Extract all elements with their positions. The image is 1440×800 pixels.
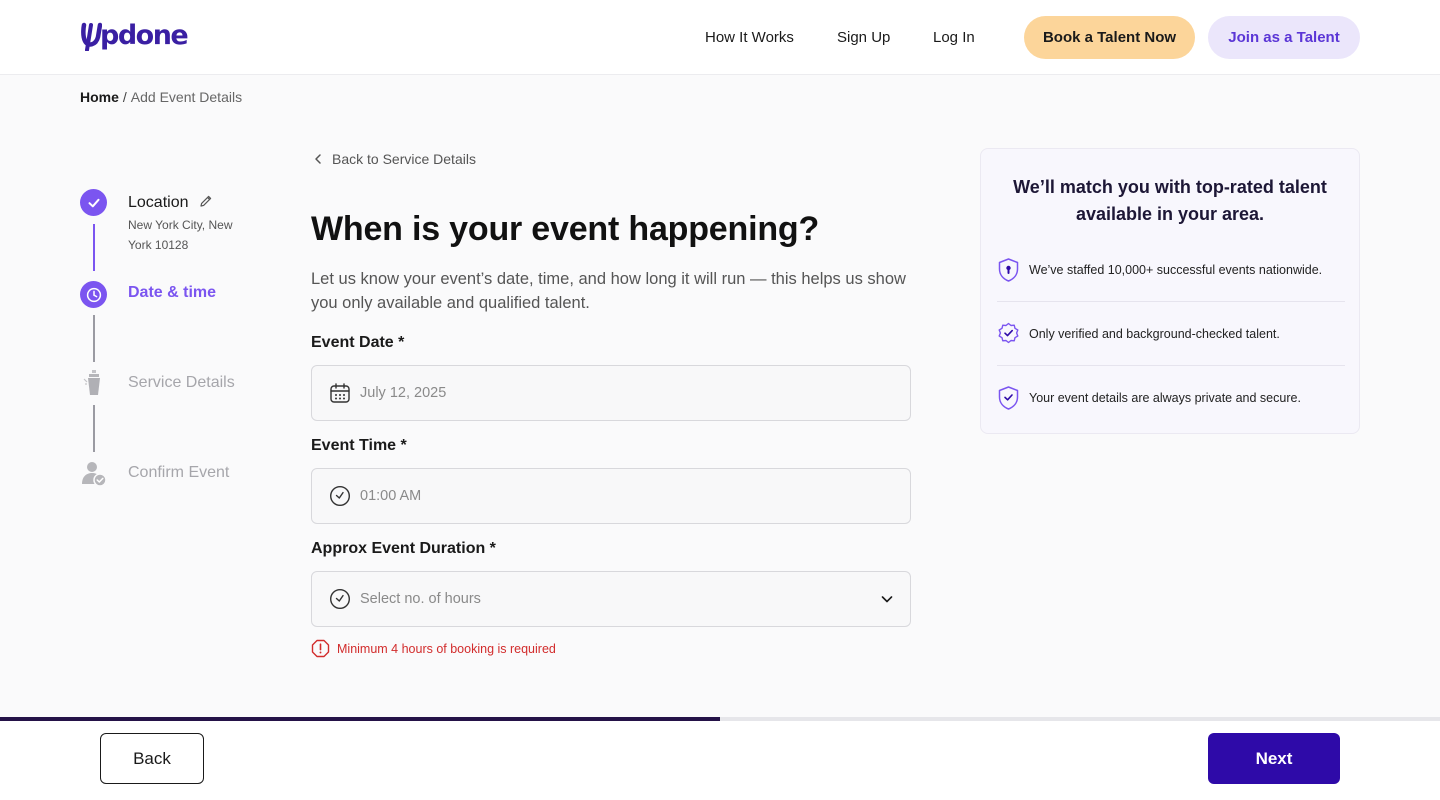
step-connector bbox=[93, 224, 95, 271]
logo[interactable]: pdone bbox=[80, 20, 189, 51]
back-button[interactable]: Back bbox=[100, 733, 204, 784]
breadcrumb: Home / Add Event Details bbox=[80, 89, 242, 105]
clock-icon bbox=[329, 588, 351, 610]
chevron-left-icon bbox=[315, 154, 321, 164]
chevron-down-icon bbox=[881, 596, 893, 603]
info-item-text: We’ve staffed 10,000+ successful events … bbox=[1029, 262, 1323, 277]
nav-log-in[interactable]: Log In bbox=[933, 29, 975, 46]
footer-bar: Back Next bbox=[0, 721, 1440, 800]
nav-sign-up[interactable]: Sign Up bbox=[837, 29, 890, 46]
step-date-clock-icon bbox=[80, 281, 107, 308]
info-item-staffed: We’ve staffed 10,000+ successful events … bbox=[997, 238, 1345, 302]
top-header: pdone How It Works Sign Up Log In Book a… bbox=[0, 0, 1440, 75]
page-title: When is your event happening? bbox=[311, 210, 820, 248]
verified-badge-icon bbox=[998, 322, 1019, 343]
step-confirm-event[interactable]: Confirm Event bbox=[128, 464, 229, 482]
event-duration-select[interactable] bbox=[311, 571, 911, 627]
logo-text: pdone bbox=[100, 20, 189, 51]
book-talent-button[interactable]: Book a Talent Now bbox=[1024, 16, 1195, 59]
next-button[interactable]: Next bbox=[1208, 733, 1340, 784]
back-to-service-details-link[interactable]: Back to Service Details bbox=[314, 151, 476, 167]
info-item-text: Only verified and background-checked tal… bbox=[1029, 326, 1280, 341]
event-date-label: Event Date * bbox=[311, 334, 405, 351]
duration-error-message: Minimum 4 hours of booking is required bbox=[311, 639, 556, 658]
info-item-verified: Only verified and background-checked tal… bbox=[997, 302, 1345, 366]
user-check-icon bbox=[81, 460, 107, 488]
breadcrumb-current: Add Event Details bbox=[130, 89, 243, 105]
event-duration-input[interactable] bbox=[360, 591, 840, 607]
nav-how-it-works[interactable]: How It Works bbox=[705, 29, 794, 46]
logo-mark-icon bbox=[81, 22, 102, 51]
info-card-title: We’ll match you with top-rated talent av… bbox=[1013, 177, 1327, 224]
shield-check-icon bbox=[998, 386, 1019, 410]
event-duration-label: Approx Event Duration * bbox=[311, 540, 496, 557]
step-service-details[interactable]: Service Details bbox=[128, 374, 235, 392]
info-card: We’ll match you with top-rated talent av… bbox=[980, 148, 1360, 434]
event-date-field[interactable] bbox=[311, 365, 911, 421]
step-location-label: Location bbox=[128, 194, 189, 211]
breadcrumb-separator: / bbox=[122, 89, 127, 105]
clock-icon bbox=[329, 485, 351, 507]
error-icon bbox=[311, 639, 330, 658]
back-link-label: Back to Service Details bbox=[332, 151, 476, 167]
calendar-icon bbox=[330, 383, 350, 403]
page-description: Let us know your event’s date, time, and… bbox=[311, 270, 906, 312]
error-text: Minimum 4 hours of booking is required bbox=[337, 641, 556, 656]
step-location-subtitle: New York City, New York 10128 bbox=[128, 218, 233, 252]
edit-pencil-icon[interactable] bbox=[199, 194, 213, 208]
step-connector bbox=[93, 315, 95, 362]
event-time-label: Event Time * bbox=[311, 437, 407, 454]
step-date-time[interactable]: Date & time bbox=[128, 284, 216, 302]
step-location[interactable]: Location bbox=[128, 194, 213, 212]
step-location-check-icon bbox=[80, 189, 107, 216]
event-time-input[interactable] bbox=[360, 488, 840, 504]
info-item-text: Your event details are always private an… bbox=[1029, 391, 1301, 405]
event-time-field[interactable] bbox=[311, 468, 911, 524]
shield-icon bbox=[998, 257, 1019, 282]
join-talent-button[interactable]: Join as a Talent bbox=[1208, 16, 1360, 59]
step-connector bbox=[93, 405, 95, 452]
event-date-input[interactable] bbox=[360, 385, 840, 401]
breadcrumb-home[interactable]: Home bbox=[80, 89, 119, 105]
info-item-private: Your event details are always private an… bbox=[997, 366, 1345, 430]
cocktail-shaker-icon bbox=[82, 369, 106, 397]
